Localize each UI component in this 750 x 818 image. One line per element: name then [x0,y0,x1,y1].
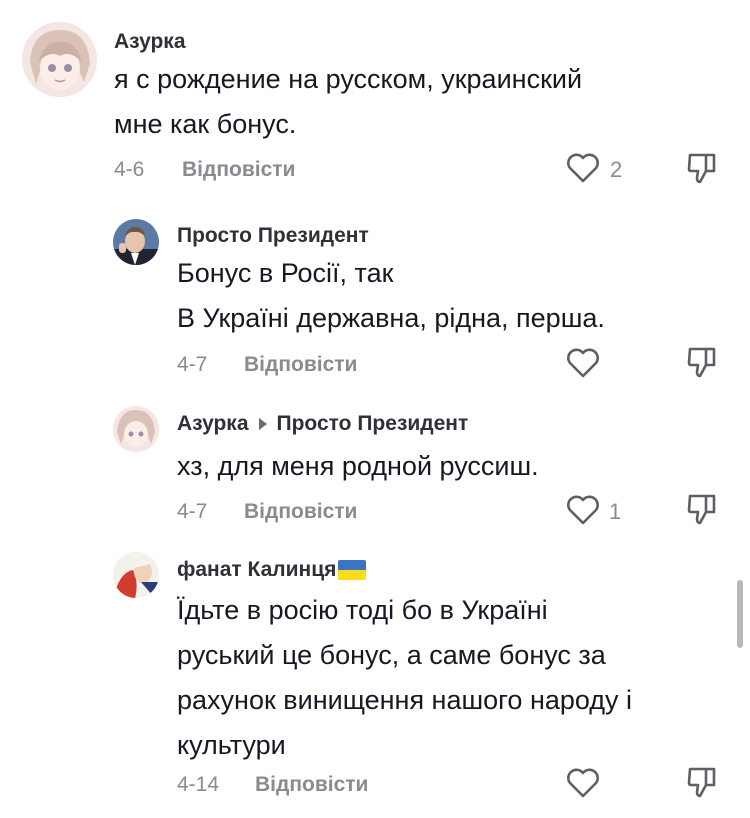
thumbs-down-icon[interactable] [686,492,718,526]
reply-button[interactable]: Відповісти [182,158,295,182]
comment-date: 4-14 [177,773,220,796]
comment-author[interactable]: фанат Калинця [177,558,367,582]
heart-outline-icon[interactable] [566,153,600,183]
comment-text: Бонус в Росії, так В Україні державна, р… [177,258,605,333]
reply-to-name[interactable]: Просто Президент [277,412,469,436]
heart-outline-icon[interactable] [566,768,600,798]
comment-text: Їдьте в росію тоді бо в Україні руський … [177,595,633,760]
avatar[interactable] [22,22,97,97]
heart-outline-icon[interactable] [566,495,600,525]
avatar[interactable] [113,552,159,598]
comment-author: Азурка Просто Президент [177,412,468,436]
avatar[interactable] [113,219,159,265]
triangle-right-icon [258,418,267,430]
reply-button[interactable]: Відповісти [244,500,357,524]
heart-outline-icon[interactable] [566,348,600,378]
ukraine-flag-icon [338,560,367,580]
comment-text: я с рождение на русском, украинский мне … [114,64,583,139]
comment-date: 4-6 [114,158,145,181]
comment-date: 4-7 [177,500,208,523]
reply-button[interactable]: Відповісти [255,773,368,797]
comment-author[interactable]: Просто Президент [177,224,369,248]
comment-text: хз, для меня родной руссиш. [177,451,539,481]
comment-author[interactable]: Азурка [114,30,186,54]
scrollbar[interactable] [737,580,743,648]
avatar[interactable] [113,406,159,452]
thumbs-down-icon[interactable] [686,765,718,799]
like-count: 1 [609,499,622,524]
thumbs-down-icon[interactable] [686,345,718,379]
comment-date: 4-7 [177,353,208,376]
like-count: 2 [610,157,623,182]
thumbs-down-icon[interactable] [686,151,718,185]
reply-button[interactable]: Відповісти [244,353,357,377]
author-name[interactable]: Азурка [177,412,249,436]
